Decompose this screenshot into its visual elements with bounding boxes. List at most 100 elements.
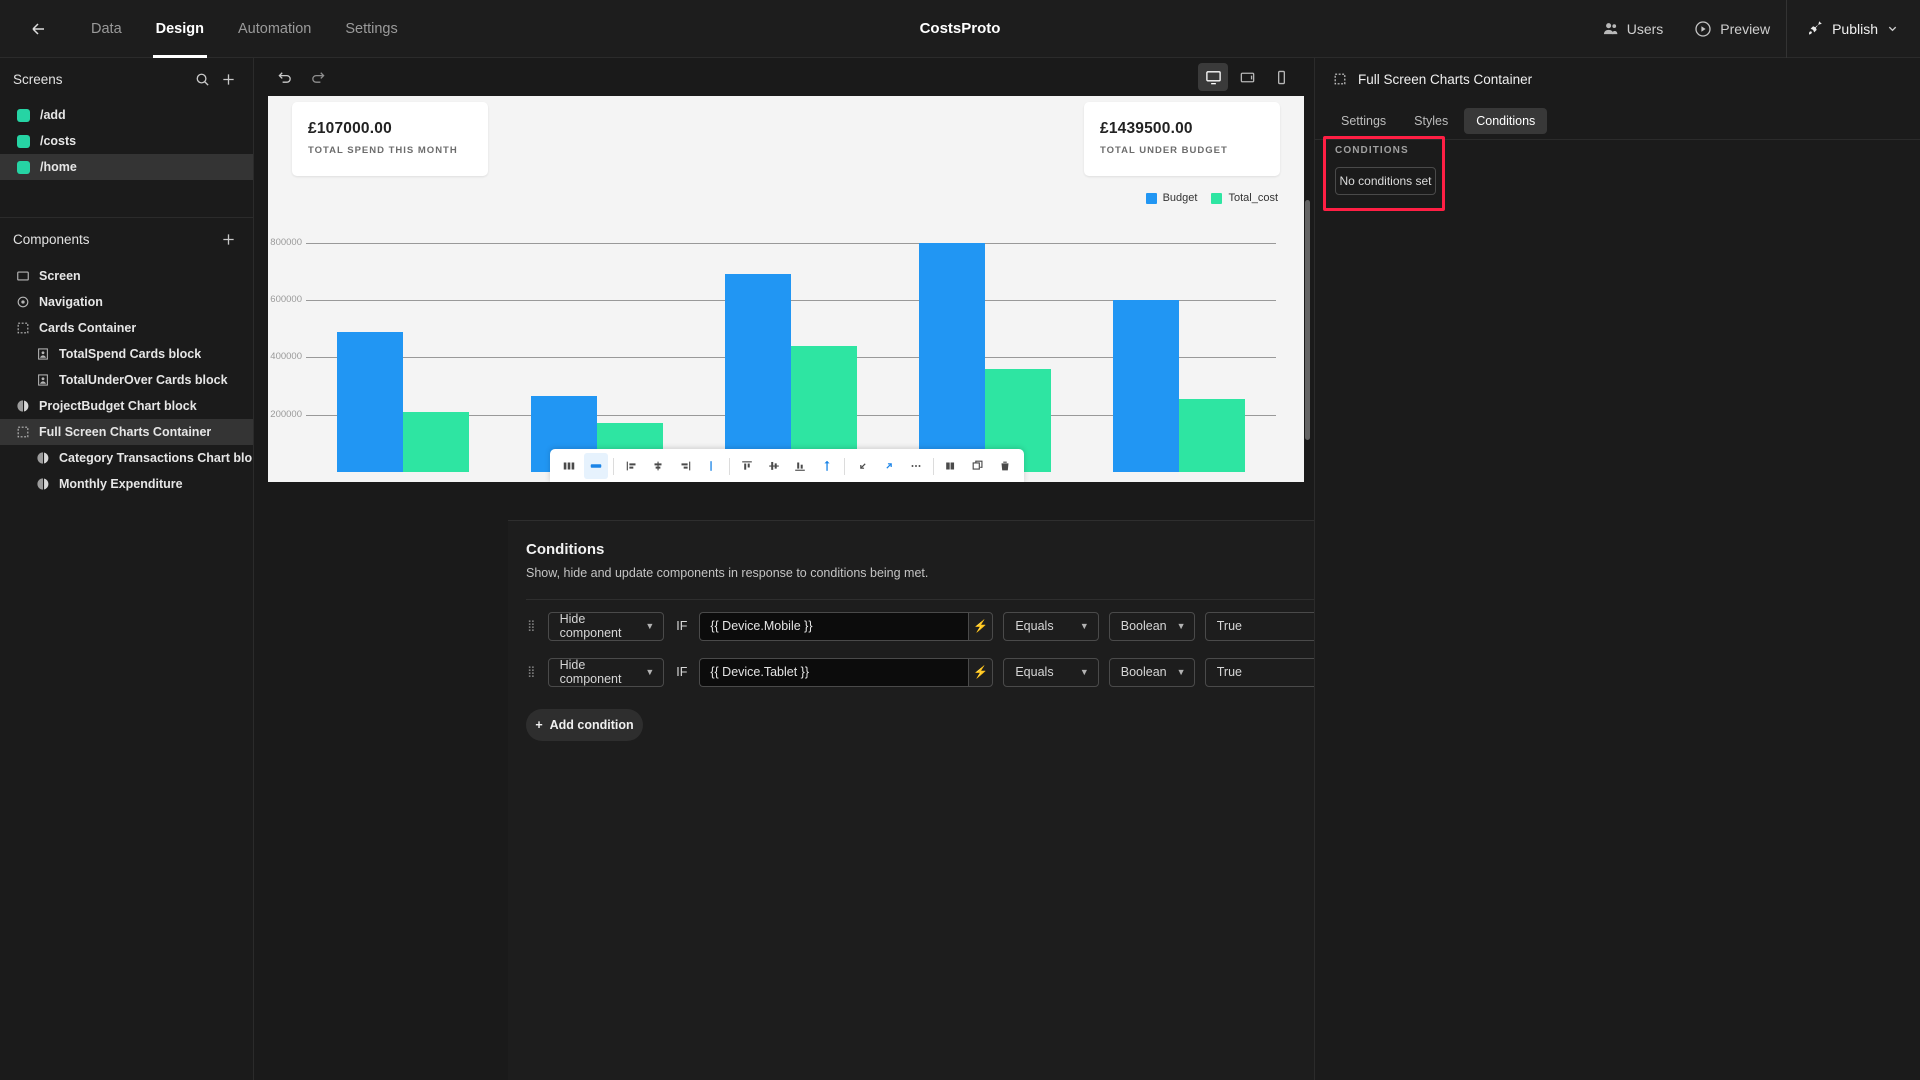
canvas-scrollbar[interactable]: [1305, 96, 1310, 482]
preview-button[interactable]: Preview: [1679, 0, 1786, 58]
tablet-view-button[interactable]: [1232, 63, 1262, 91]
component-item-cards-container[interactable]: Cards Container: [0, 315, 253, 341]
tab-settings[interactable]: Settings: [1329, 108, 1398, 134]
nav-tab-data[interactable]: Data: [74, 0, 139, 58]
chart-bar[interactable]: [1113, 300, 1179, 472]
vertical-line-icon[interactable]: [699, 453, 724, 479]
condition-type-value: Boolean: [1120, 619, 1167, 633]
duplicate-icon[interactable]: [939, 453, 964, 479]
condition-action-select[interactable]: Hide component ▼: [547, 657, 665, 687]
search-screens-button[interactable]: [189, 66, 215, 92]
chart-bar[interactable]: [403, 411, 469, 472]
canvas-viewport[interactable]: £107000.00 TOTAL SPEND THIS MONTH £14395…: [268, 96, 1304, 482]
plot-inner: 200000 400000 600000 800000: [270, 214, 1276, 472]
condition-type-select[interactable]: Boolean ▼: [1108, 611, 1195, 641]
copy-icon[interactable]: [966, 453, 991, 479]
right-properties-panel: Full Screen Charts Container Settings St…: [1314, 58, 1920, 1080]
distribute-icon[interactable]: [815, 453, 840, 479]
back-button[interactable]: [18, 8, 60, 50]
nav-tab-settings[interactable]: Settings: [328, 0, 414, 58]
redo-button[interactable]: [304, 63, 332, 91]
condition-binding-input[interactable]: {{ Device.Tablet }}: [699, 657, 969, 687]
conditions-highlight-box: CONDITIONS No conditions set: [1323, 136, 1445, 211]
nav-tab-design[interactable]: Design: [139, 0, 221, 58]
delete-icon[interactable]: [992, 453, 1017, 479]
screen-item-home[interactable]: /home: [0, 154, 253, 180]
element-float-toolbar: [550, 449, 1024, 482]
expand-icon[interactable]: [877, 453, 902, 479]
chart-bar[interactable]: [725, 274, 791, 472]
width-fill-icon[interactable]: [583, 453, 609, 479]
component-item-totalspend-cards-block[interactable]: TotalSpend Cards block: [0, 341, 253, 367]
canvas-area: £107000.00 TOTAL SPEND THIS MONTH £14395…: [254, 58, 1568, 1080]
binding-lightning-icon[interactable]: ⚡: [968, 611, 994, 641]
columns-icon[interactable]: [557, 453, 582, 479]
condition-operator-select[interactable]: Equals ▼: [1003, 611, 1099, 641]
condition-type-select[interactable]: Boolean ▼: [1108, 657, 1195, 687]
tab-styles[interactable]: Styles: [1402, 108, 1460, 134]
align-center-icon[interactable]: [646, 453, 671, 479]
chart-bar[interactable]: [919, 242, 985, 472]
screen-item-add[interactable]: /add: [0, 102, 253, 128]
drag-handle-icon[interactable]: ⣿: [526, 666, 538, 677]
main-nav-tabs: Data Design Automation Settings: [74, 0, 415, 58]
budget-vs-cost-bar-chart[interactable]: 200000 400000 600000 800000: [268, 214, 1304, 472]
canvas-toolbar: [254, 58, 1314, 96]
selected-component-title: Full Screen Charts Container: [1358, 71, 1533, 87]
component-item-projectbudget-chart-block[interactable]: ProjectBudget Chart block: [0, 393, 253, 419]
component-item-monthly-expenditure[interactable]: Monthly Expenditure: [0, 471, 253, 497]
publish-label: Publish: [1832, 20, 1878, 37]
container-icon: [15, 425, 30, 440]
condition-action-select[interactable]: Hide component ▼: [547, 611, 665, 641]
totalspend-card[interactable]: £107000.00 TOTAL SPEND THIS MONTH: [292, 102, 488, 176]
search-icon: [196, 73, 209, 86]
align-top-icon[interactable]: [735, 453, 760, 479]
tab-conditions[interactable]: Conditions: [1464, 107, 1548, 134]
more-icon[interactable]: [904, 453, 929, 479]
align-middle-icon[interactable]: [761, 453, 786, 479]
align-right-icon[interactable]: [673, 453, 698, 479]
undo-button[interactable]: [270, 63, 298, 91]
align-bottom-icon[interactable]: [788, 453, 813, 479]
nav-tab-automation[interactable]: Automation: [221, 0, 328, 58]
plus-icon: [222, 73, 234, 85]
component-label: Monthly Expenditure: [59, 477, 183, 491]
add-condition-button[interactable]: + Add condition: [526, 709, 643, 741]
no-conditions-set-button[interactable]: No conditions set: [1335, 167, 1436, 195]
component-item-totalunderover-cards-block[interactable]: TotalUnderOver Cards block: [0, 367, 253, 393]
users-button[interactable]: Users: [1587, 0, 1680, 58]
binding-lightning-icon[interactable]: ⚡: [968, 657, 994, 687]
publish-button[interactable]: Publish: [1786, 0, 1920, 58]
condition-binding-group: {{ Device.Mobile }} ⚡: [699, 611, 994, 641]
drag-handle-icon[interactable]: ⣿: [526, 620, 538, 631]
add-screen-button[interactable]: [215, 66, 241, 92]
condition-operator-select[interactable]: Equals ▼: [1003, 657, 1099, 687]
screen-label: /costs: [40, 134, 77, 148]
canvas-scrollbar-thumb[interactable]: [1305, 200, 1310, 440]
totalunderbudget-card[interactable]: £1439500.00 TOTAL UNDER BUDGET: [1084, 102, 1280, 176]
screen-label: /home: [40, 160, 77, 174]
condition-binding-input[interactable]: {{ Device.Mobile }}: [699, 611, 969, 641]
component-item-screen[interactable]: Screen: [0, 263, 253, 289]
component-label: Cards Container: [39, 321, 137, 335]
nav-tab-settings-label: Settings: [345, 20, 398, 37]
toolbar-divider: [933, 457, 935, 475]
condition-action-value: Hide component: [559, 612, 622, 640]
mobile-view-button[interactable]: [1266, 63, 1296, 91]
desktop-view-button[interactable]: [1198, 63, 1228, 91]
add-component-button[interactable]: [215, 226, 241, 252]
component-item-full-screen-charts-container[interactable]: Full Screen Charts Container: [0, 419, 253, 445]
condition-value-value: True: [1216, 619, 1242, 633]
align-left-icon[interactable]: [619, 453, 644, 479]
chevron-down-icon: ▼: [1176, 621, 1186, 631]
cards-container: £107000.00 TOTAL SPEND THIS MONTH £14395…: [268, 96, 1304, 176]
component-item-navigation[interactable]: Navigation: [0, 289, 253, 315]
component-label: Screen: [39, 269, 81, 283]
if-label: IF: [676, 619, 688, 633]
chart-bar[interactable]: [1179, 398, 1245, 472]
screen-item-costs[interactable]: /costs: [0, 128, 253, 154]
chart-bar[interactable]: [337, 331, 403, 472]
if-label: IF: [676, 665, 688, 679]
shrink-icon[interactable]: [850, 453, 875, 479]
component-item-category-transactions-chart-block[interactable]: Category Transactions Chart blo: [0, 445, 253, 471]
